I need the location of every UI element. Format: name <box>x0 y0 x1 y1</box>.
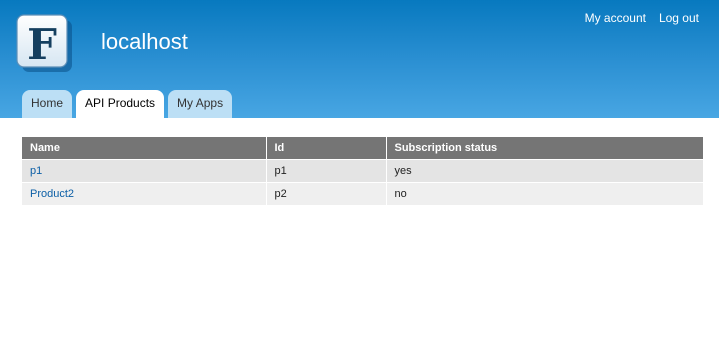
table-row: Product2 p2 no <box>22 181 703 205</box>
table-header-row: Name Id Subscription status <box>22 137 703 159</box>
tab-my-apps[interactable]: My Apps <box>168 90 233 118</box>
product-link[interactable]: Product2 <box>30 188 74 200</box>
tab-api-products[interactable]: API Products <box>76 90 165 118</box>
subscription-status-cell: no <box>386 181 703 205</box>
site-logo[interactable]: F <box>16 14 72 72</box>
f-logo-icon: F <box>16 14 72 72</box>
svg-text:F: F <box>27 20 57 69</box>
product-id-cell: p1 <box>266 158 387 182</box>
site-name-link[interactable]: localhost <box>101 29 188 55</box>
table-row: p1 p1 yes <box>22 158 703 182</box>
tab-home[interactable]: Home <box>22 90 73 118</box>
product-name-cell: p1 <box>22 158 267 182</box>
my-account-link[interactable]: My account <box>585 11 646 25</box>
product-link[interactable]: p1 <box>30 165 42 177</box>
log-out-link[interactable]: Log out <box>659 11 699 25</box>
column-header-name[interactable]: Name <box>22 137 267 159</box>
primary-tabs: Home API Products My Apps <box>22 90 233 118</box>
subscription-status-cell: yes <box>386 158 703 182</box>
column-header-subscription-status[interactable]: Subscription status <box>386 137 703 159</box>
secondary-menu: My account Log out <box>585 11 699 25</box>
product-id-cell: p2 <box>266 181 387 205</box>
product-name-cell: Product2 <box>22 181 267 205</box>
api-products-table: Name Id Subscription status p1 p1 yes Pr… <box>22 137 703 205</box>
main-content: Name Id Subscription status p1 p1 yes Pr… <box>22 137 703 205</box>
site-header: F localhost My account Log out Home API … <box>0 0 719 118</box>
column-header-id[interactable]: Id <box>266 137 387 159</box>
